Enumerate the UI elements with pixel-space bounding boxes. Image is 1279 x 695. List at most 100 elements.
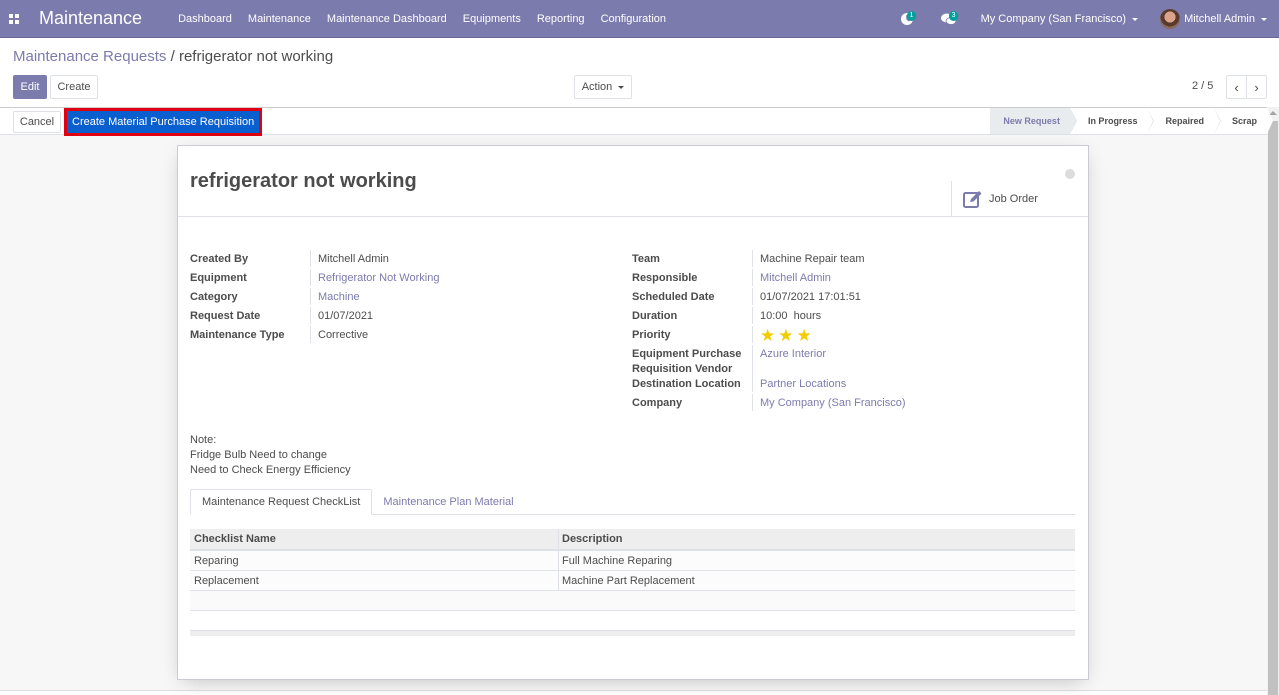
caret-down-icon <box>618 85 625 89</box>
field-label: Duration <box>632 307 753 324</box>
field-label: Equipment <box>190 269 311 286</box>
field-label: Company <box>632 394 753 411</box>
job-order-smart-button[interactable]: Job Order <box>951 181 1088 216</box>
scrollbar[interactable] <box>1267 107 1279 695</box>
action-dropdown[interactable]: Action <box>574 75 632 99</box>
cell-checklist-name: Reparing <box>190 551 559 570</box>
field-maintenance-type: Maintenance Type Corrective <box>190 326 439 345</box>
table-row[interactable]: Replacement Machine Part Replacement <box>190 571 1075 591</box>
menu-maintenance-dashboard[interactable]: Maintenance Dashboard <box>327 13 447 25</box>
title-divider <box>178 216 1088 217</box>
caret-down-icon <box>1261 17 1267 21</box>
note-line: Fridge Bulb Need to change <box>190 449 327 461</box>
tab-maintenance-plan-material[interactable]: Maintenance Plan Material <box>372 489 524 515</box>
field-value: Corrective <box>318 329 369 341</box>
cell-description: Full Machine Reparing <box>562 554 673 567</box>
star-icon[interactable]: ★ <box>797 327 812 344</box>
field-label: Team <box>632 250 753 267</box>
checklist-table: Checklist Name Description Reparing Full… <box>190 529 1075 636</box>
edit-icon <box>963 190 982 208</box>
field-label: Scheduled Date <box>632 288 753 305</box>
note-line: Need to Check Energy Efficiency <box>190 464 351 476</box>
vendor-link[interactable]: Azure Interior <box>753 345 826 362</box>
field-value: 10:00 hours <box>760 310 822 322</box>
field-responsible: Responsible Mitchell Admin <box>632 269 906 288</box>
form-sheet: refrigerator not working Job Order Creat… <box>177 145 1089 680</box>
field-value: 01/07/2021 <box>318 310 374 322</box>
app-name: Maintenance <box>39 8 143 28</box>
field-value: 01/07/2021 17:01:51 <box>760 291 861 303</box>
cancel-button[interactable]: Cancel <box>13 111 61 133</box>
kanban-state-indicator[interactable] <box>1065 169 1075 179</box>
create-material-purchase-requisition-button[interactable]: Create Material Purchase Requisition <box>64 108 263 136</box>
stage-new-request[interactable]: New Request <box>990 108 1076 134</box>
menu-maintenance[interactable]: Maintenance <box>248 13 311 25</box>
destination-link[interactable]: Partner Locations <box>753 375 846 392</box>
field-label: Priority <box>632 326 753 343</box>
breadcrumb-parent[interactable]: Maintenance Requests <box>13 48 166 65</box>
category-link[interactable]: Machine <box>311 288 360 305</box>
breadcrumb: Maintenance Requests / refrigerator not … <box>13 48 333 65</box>
user-name: Mitchell Admin <box>1184 13 1255 25</box>
apps-menu-button[interactable] <box>0 0 28 38</box>
tab-maintenance-request-checklist[interactable]: Maintenance Request CheckList <box>190 489 373 515</box>
cell-checklist-name: Replacement <box>190 571 559 590</box>
field-created-by: Created By Mitchell Admin <box>190 250 439 269</box>
empty-row <box>190 611 1075 631</box>
avatar <box>1160 9 1181 29</box>
field-priority: Priority ★ ★ ★ <box>632 326 906 345</box>
menu-reporting[interactable]: Reporting <box>537 13 585 25</box>
navbar-systray: 1 3 My Company (San Francisco) Mitchell … <box>897 0 1279 38</box>
scrollbar-thumb[interactable] <box>1268 121 1278 695</box>
menu-configuration[interactable]: Configuration <box>601 13 666 25</box>
pager-next-button[interactable]: › <box>1246 75 1267 99</box>
company-switcher[interactable]: My Company (San Francisco) <box>981 13 1139 25</box>
right-field-group: Team Machine Repair team Responsible Mit… <box>632 250 906 413</box>
pager-previous-button[interactable]: ‹ <box>1226 75 1247 99</box>
pager-value[interactable]: 2 / 5 <box>1192 80 1213 92</box>
company-name: My Company (San Francisco) <box>980 13 1127 25</box>
star-icon[interactable]: ★ <box>760 327 775 344</box>
menu-equipments[interactable]: Equipments <box>463 13 521 25</box>
field-destination-location: Destination Location Partner Locations <box>632 375 906 394</box>
field-label: Category <box>190 288 311 305</box>
field-label: Destination Location <box>632 375 753 392</box>
job-order-label: Job Order <box>989 192 1038 205</box>
request-title: refrigerator not working <box>190 170 417 192</box>
create-button[interactable]: Create <box>50 75 98 99</box>
stage-pipeline: New Request In Progress Repaired Scrap <box>990 108 1274 134</box>
main-menu: Dashboard Maintenance Maintenance Dashbo… <box>178 13 682 25</box>
user-menu[interactable]: Mitchell Admin <box>1160 9 1267 29</box>
empty-row <box>190 591 1075 611</box>
equipment-link[interactable]: Refrigerator Not Working <box>311 269 439 286</box>
field-value: Mitchell Admin <box>318 253 389 265</box>
company-link[interactable]: My Company (San Francisco) <box>753 394 906 411</box>
activities-button[interactable]: 1 <box>897 9 917 29</box>
left-field-group: Created By Mitchell Admin Equipment Refr… <box>190 250 439 345</box>
menu-dashboard[interactable]: Dashboard <box>178 13 232 25</box>
statusbar: Cancel Create Material Purchase Requisit… <box>0 107 1274 136</box>
messages-button[interactable]: 3 <box>939 9 959 29</box>
stage-scrap[interactable]: Scrap <box>1213 108 1274 134</box>
field-label: Equipment Purchase Requisition Vendor <box>632 345 753 377</box>
star-icon[interactable]: ★ <box>778 327 793 344</box>
column-header-description[interactable]: Description <box>559 533 623 545</box>
breadcrumb-current: refrigerator not working <box>178 48 334 65</box>
table-row[interactable]: Reparing Full Machine Reparing <box>190 551 1075 571</box>
messages-badge: 3 <box>948 11 959 21</box>
edit-button[interactable]: Edit <box>13 75 47 99</box>
create-mpr-label: Create Material Purchase Requisition <box>67 111 260 133</box>
caret-down-icon <box>1132 17 1139 21</box>
column-header-checklist-name[interactable]: Checklist Name <box>190 529 559 549</box>
field-label: Responsible <box>632 269 753 286</box>
stage-in-progress[interactable]: In Progress <box>1069 108 1153 134</box>
priority-stars: ★ ★ ★ <box>753 326 812 344</box>
field-category: Category Machine <box>190 288 439 307</box>
stage-repaired[interactable]: Repaired <box>1147 108 1220 134</box>
field-scheduled-date: Scheduled Date 01/07/2021 17:01:51 <box>632 288 906 307</box>
field-label: Maintenance Type <box>190 326 311 343</box>
responsible-link[interactable]: Mitchell Admin <box>753 269 831 286</box>
field-company: Company My Company (San Francisco) <box>632 394 906 413</box>
note-text: Note: Fridge Bulb Need to change Need to… <box>190 433 351 478</box>
apps-grid-icon <box>9 13 19 24</box>
